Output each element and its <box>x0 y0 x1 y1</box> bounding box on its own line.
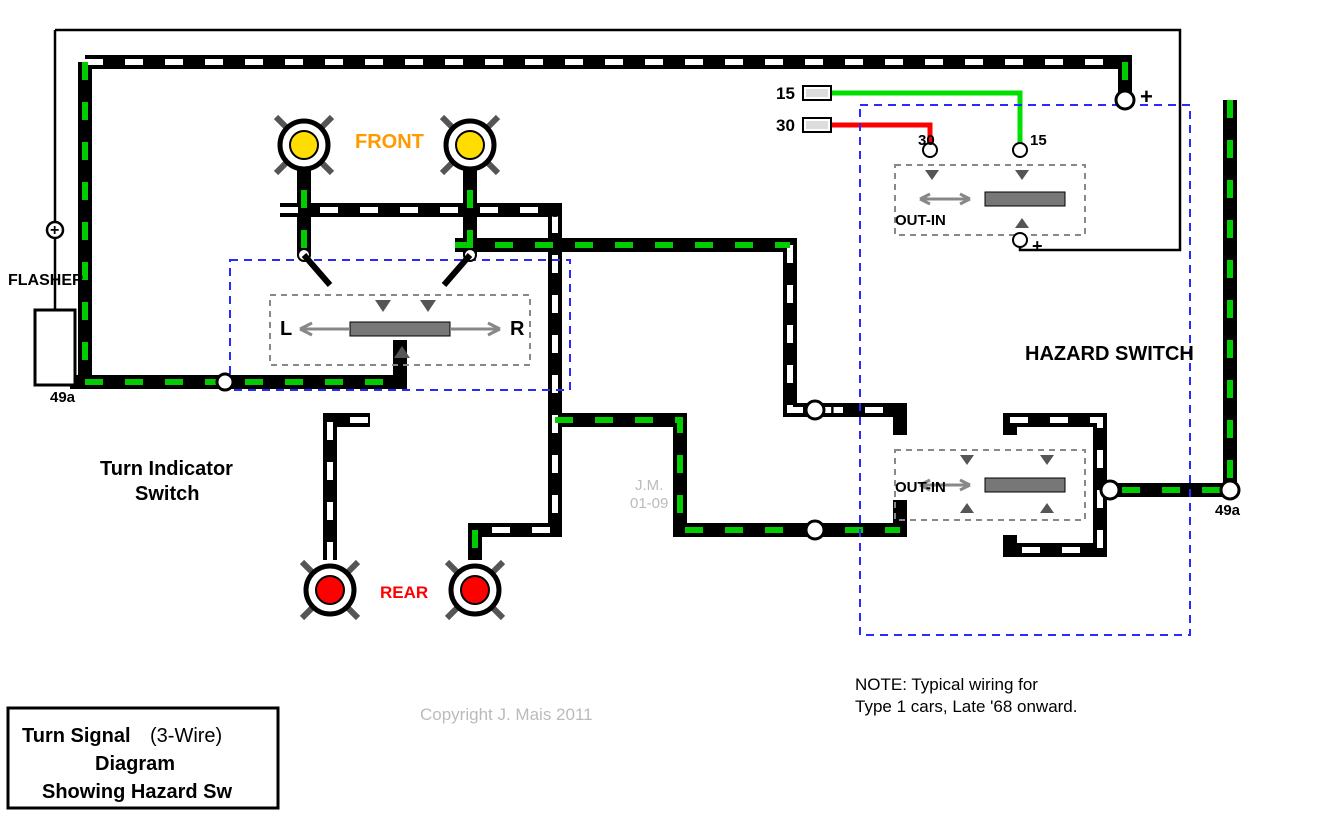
wm-copy: Copyright J. Mais 2011 <box>420 705 593 724</box>
label-L2: L <box>830 401 840 420</box>
svg-text:(3-Wire): (3-Wire) <box>150 725 222 747</box>
flasher-unit <box>35 310 75 385</box>
switch-contacts <box>298 249 476 285</box>
title-3: Showing Hazard Sw <box>42 781 232 803</box>
label-flasher: FLASHER <box>8 272 84 289</box>
note-text: NOTE: Typical wiring for Type 1 cars, La… <box>855 675 1078 716</box>
label-49a-r: 49a <box>1215 502 1241 519</box>
label-plus2: + <box>1032 236 1043 256</box>
label-15: 15 <box>776 84 795 103</box>
wires-thin <box>47 30 1180 310</box>
label-outin-u: OUT-IN <box>895 212 946 229</box>
label-sw15: 15 <box>1030 132 1047 149</box>
title-2: Diagram <box>95 753 175 775</box>
svg-text:+: + <box>50 222 59 239</box>
label-plus1: + <box>1140 84 1153 109</box>
label-30: 30 <box>776 116 795 135</box>
label-hazard: HAZARD SWITCH <box>1025 343 1194 365</box>
svg-text:Turn Signal: Turn Signal <box>22 725 131 747</box>
title-1b: (3-Wire) <box>150 725 222 747</box>
label-front: FRONT <box>355 131 424 153</box>
wire-30-red <box>820 125 930 145</box>
label-49a-left: 49a <box>50 389 76 406</box>
wm-date: 01-09 <box>630 495 668 512</box>
label-L: L <box>280 318 292 340</box>
title-1a: Turn Signal <box>22 725 131 747</box>
title-box: Turn Signal (3-Wire) Diagram Showing Haz… <box>8 708 278 808</box>
label-rear: REAR <box>380 583 428 602</box>
label-R: R <box>510 318 525 340</box>
label-turn1: Turn Indicator <box>100 458 233 480</box>
note-l2: Type 1 cars, Late '68 onward. <box>855 697 1078 716</box>
text-labels: FLASHER FRONT REAR L R 49a Turn Indicato… <box>8 84 1241 602</box>
wm-jm: J.M. <box>635 477 663 494</box>
label-outin-l: OUT-IN <box>895 479 946 496</box>
label-sw30: 30 <box>918 132 935 149</box>
note-l1: NOTE: Typical wiring for <box>855 675 1038 694</box>
label-R2: R <box>830 521 842 540</box>
fuse-icons <box>803 86 831 132</box>
wiring-diagram: FLASHER FRONT REAR L R 49a Turn Indicato… <box>0 0 1344 816</box>
label-turn2: Switch <box>135 483 199 505</box>
